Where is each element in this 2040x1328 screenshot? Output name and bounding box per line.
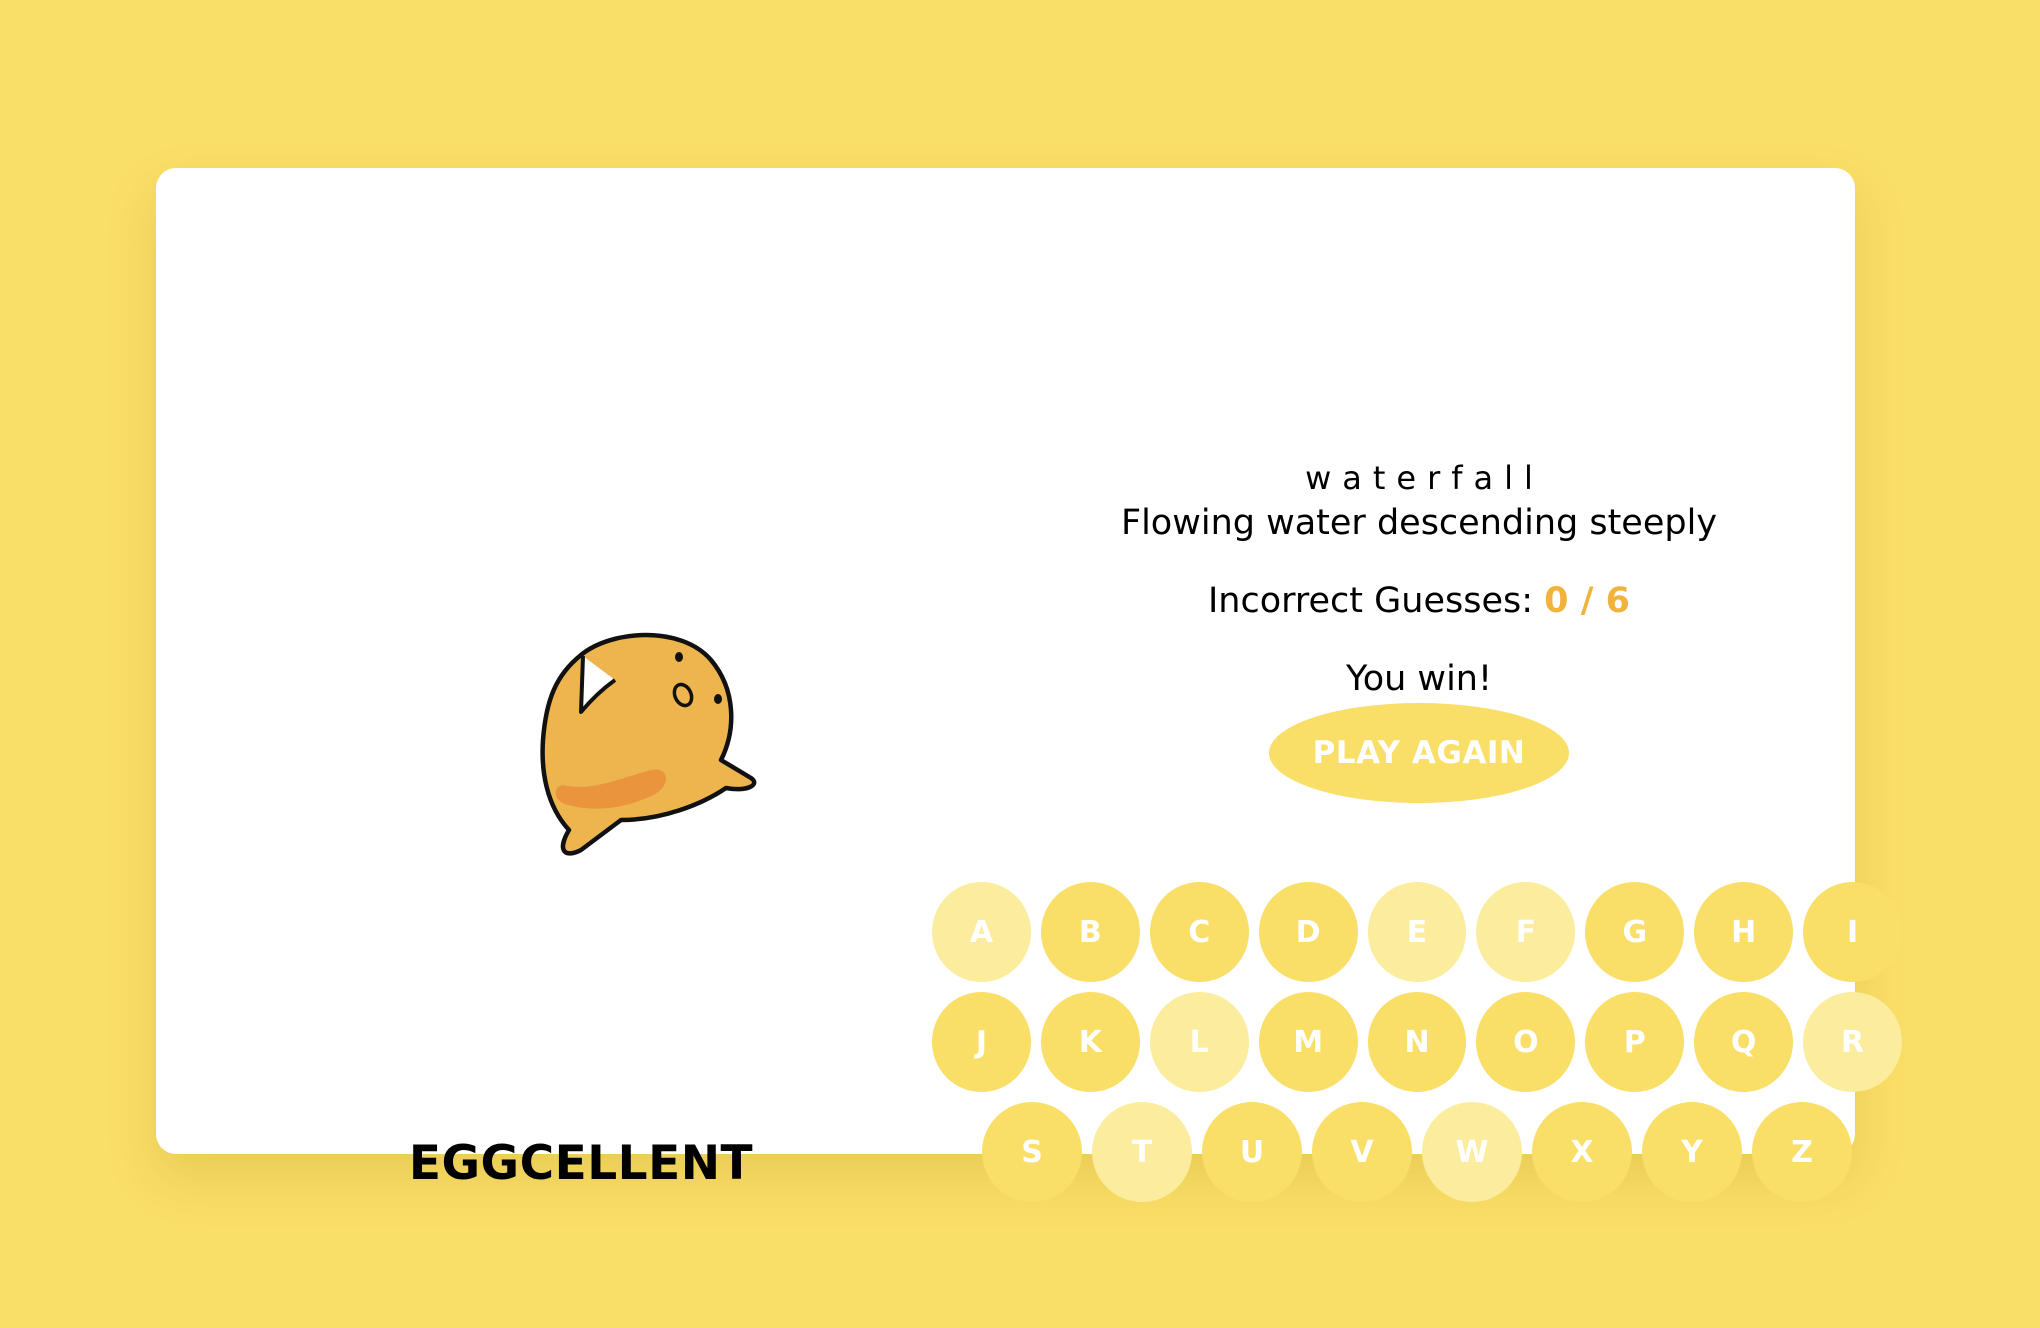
letter-key-a[interactable]: A (932, 882, 1031, 982)
word-hint: Flowing water descending steeply (1120, 503, 1718, 543)
letter-key-p[interactable]: P (1585, 992, 1685, 1092)
letter-key-x[interactable]: X (1532, 1102, 1632, 1202)
letter-key-l[interactable]: L (1149, 992, 1249, 1092)
letter-key-i[interactable]: I (1803, 882, 1903, 982)
letter-key-f[interactable]: F (1476, 882, 1576, 982)
letter-key-t[interactable]: T (1092, 1102, 1192, 1202)
letter-key-m[interactable]: M (1258, 992, 1358, 1092)
letter-key-r[interactable]: R (1803, 992, 1903, 1092)
letter-key-o[interactable]: O (1476, 992, 1576, 1092)
letter-key-j[interactable]: J (932, 992, 1031, 1092)
letter-key-c[interactable]: C (1149, 882, 1249, 982)
letter-key-g[interactable]: G (1585, 882, 1685, 982)
letter-key-u[interactable]: U (1202, 1102, 1302, 1202)
letter-key-z[interactable]: Z (1752, 1102, 1852, 1202)
incorrect-guesses-label: Incorrect Guesses: (1207, 581, 1534, 621)
keyboard-row: ABCDEFGHI (927, 882, 1907, 982)
letter-key-h[interactable]: H (1694, 882, 1794, 982)
letter-key-y[interactable]: Y (1642, 1102, 1742, 1202)
letter-key-s[interactable]: S (982, 1102, 1082, 1202)
letter-key-n[interactable]: N (1367, 992, 1467, 1092)
revealed-word: waterfall (1305, 459, 1544, 497)
tagline: EGGCELLENT (408, 1136, 754, 1191)
result-message: You win! (1345, 659, 1492, 699)
letter-key-d[interactable]: D (1258, 882, 1358, 982)
game-card: EGGCELLENT waterfall Flowing water desce… (156, 168, 1903, 1202)
letter-key-q[interactable]: Q (1694, 992, 1794, 1092)
keyboard-row: JKLMNOPQR (927, 992, 1907, 1092)
incorrect-guesses-count: 0 / 6 (1544, 581, 1631, 621)
game-info: waterfall Flowing water descending steep… (1119, 458, 1719, 803)
letter-key-v[interactable]: V (1312, 1102, 1412, 1202)
keyboard-row: STUVWXYZ (927, 1102, 1907, 1202)
play-again-button[interactable]: PLAY AGAIN (1269, 703, 1569, 803)
egg-yolk-mascot-icon (521, 620, 761, 860)
letter-key-w[interactable]: W (1422, 1102, 1522, 1202)
incorrect-guesses: Incorrect Guesses: 0 / 6 (1119, 580, 1719, 622)
letter-key-b[interactable]: B (1040, 882, 1140, 982)
letter-keyboard: ABCDEFGHIJKLMNOPQRSTUVWXYZ (927, 882, 1907, 1212)
letter-key-k[interactable]: K (1040, 992, 1140, 1092)
letter-key-e[interactable]: E (1367, 882, 1467, 982)
